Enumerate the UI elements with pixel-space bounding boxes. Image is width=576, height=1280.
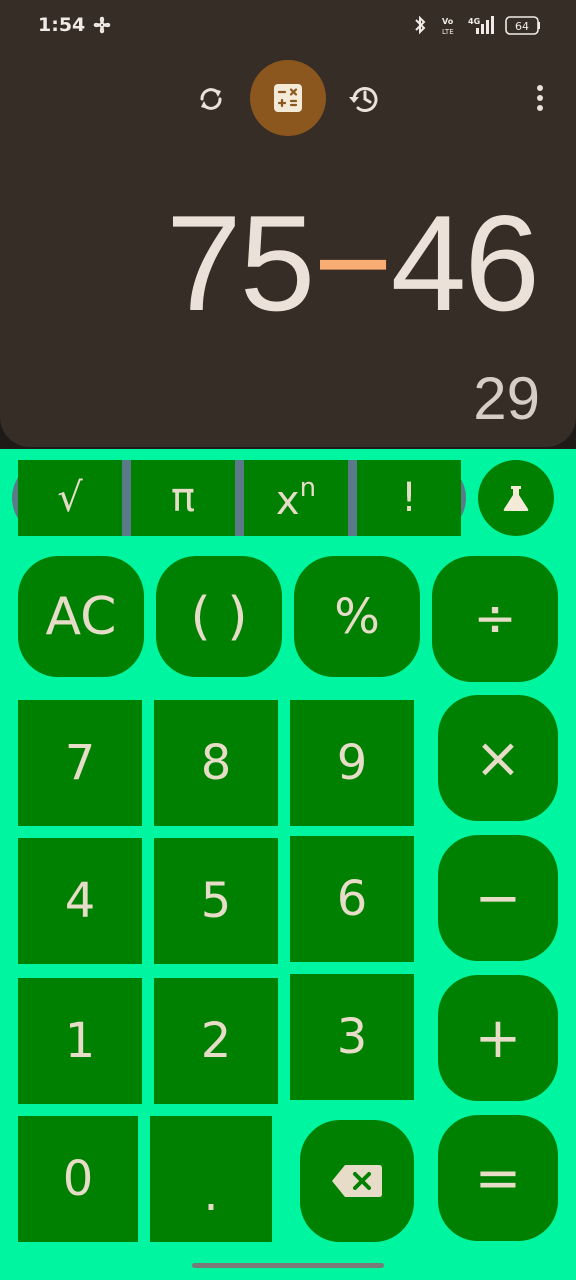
parentheses-label: ( ) (190, 586, 248, 647)
fan-icon (93, 16, 111, 34)
multiply-button[interactable]: × (438, 695, 558, 821)
digit-2-label: 2 (200, 1013, 232, 1069)
operator: − (313, 187, 392, 339)
digit-3-button[interactable]: 3 (290, 974, 414, 1100)
operand-b: 46 (390, 187, 540, 339)
digit-5-label: 5 (200, 873, 232, 929)
plus-button[interactable]: + (438, 975, 558, 1101)
digit-8-button[interactable]: 8 (154, 700, 278, 826)
equals-label: = (474, 1145, 522, 1211)
factorial-button[interactable]: ! (357, 460, 461, 536)
battery-level: 64 (515, 20, 529, 33)
pi-label: π (170, 475, 196, 521)
power-button[interactable]: xn (244, 460, 348, 536)
digit-5-button[interactable]: 5 (154, 838, 278, 964)
calculator-mode-button[interactable] (250, 60, 326, 136)
all-clear-label: AC (45, 586, 117, 647)
power-exponent: n (299, 472, 317, 503)
divide-label: ÷ (473, 589, 517, 649)
digit-4-label: 4 (64, 873, 96, 929)
digit-9-button[interactable]: 9 (290, 700, 414, 826)
digit-7-button[interactable]: 7 (18, 700, 142, 826)
minus-label: − (474, 865, 522, 931)
status-time: 1:54 (38, 14, 86, 36)
operand-a: 75 (166, 187, 315, 339)
expression-display[interactable]: 75−46 (166, 187, 540, 339)
parentheses-button[interactable]: ( ) (156, 556, 282, 677)
refresh-icon (200, 88, 222, 110)
digit-9-label: 9 (336, 735, 368, 791)
more-options-button[interactable] (528, 80, 552, 116)
all-clear-button[interactable]: AC (18, 556, 144, 677)
bluetooth-icon (415, 15, 426, 35)
digit-6-label: 6 (336, 871, 368, 927)
battery-icon: 64 (505, 16, 540, 35)
volte-label-vo: Vo (442, 17, 454, 26)
pi-button[interactable]: π (131, 460, 235, 536)
digit-6-button[interactable]: 6 (290, 836, 414, 962)
digit-0-label: 0 (62, 1151, 94, 1207)
percent-button[interactable]: % (294, 556, 420, 677)
equals-button[interactable]: = (438, 1115, 558, 1241)
refresh-button[interactable] (190, 78, 232, 120)
status-indicators: Vo LTE 4G 64 (415, 15, 540, 36)
volte-label-lte: LTE (442, 28, 454, 36)
backspace-icon (332, 1165, 382, 1197)
plus-label: + (474, 1005, 522, 1071)
digit-8-label: 8 (200, 735, 232, 791)
history-icon (349, 87, 378, 112)
history-button[interactable] (344, 78, 386, 120)
digit-3-label: 3 (336, 1009, 368, 1065)
more-vert-icon (537, 85, 543, 111)
digit-1-label: 1 (64, 1013, 96, 1069)
flask-icon (503, 486, 529, 511)
minus-button[interactable]: − (438, 835, 558, 961)
decimal-label: . (203, 1166, 219, 1222)
digit-1-button[interactable]: 1 (18, 978, 142, 1104)
display-panel: 1:54 Vo LTE 4G 64 75−46 29 (0, 0, 576, 447)
backspace-button[interactable] (300, 1120, 414, 1242)
power-base: x (275, 477, 300, 524)
power-label: xn (276, 473, 316, 524)
result-preview: 29 (473, 365, 540, 432)
sqrt-button[interactable]: √ (18, 460, 122, 536)
home-indicator[interactable] (192, 1263, 384, 1268)
factorial-label: ! (400, 475, 418, 521)
scientific-mode-button[interactable] (478, 460, 554, 536)
network-type-label: 4G (468, 17, 480, 26)
calculator-icon (274, 84, 302, 112)
divide-button[interactable]: ÷ (432, 556, 558, 682)
multiply-label: × (474, 725, 522, 791)
sqrt-label: √ (57, 475, 83, 521)
digit-2-button[interactable]: 2 (154, 978, 278, 1104)
digit-4-button[interactable]: 4 (18, 838, 142, 964)
decimal-button[interactable]: . (150, 1116, 272, 1242)
digit-7-label: 7 (64, 735, 96, 791)
percent-label: % (334, 588, 380, 645)
digit-0-button[interactable]: 0 (18, 1116, 138, 1242)
